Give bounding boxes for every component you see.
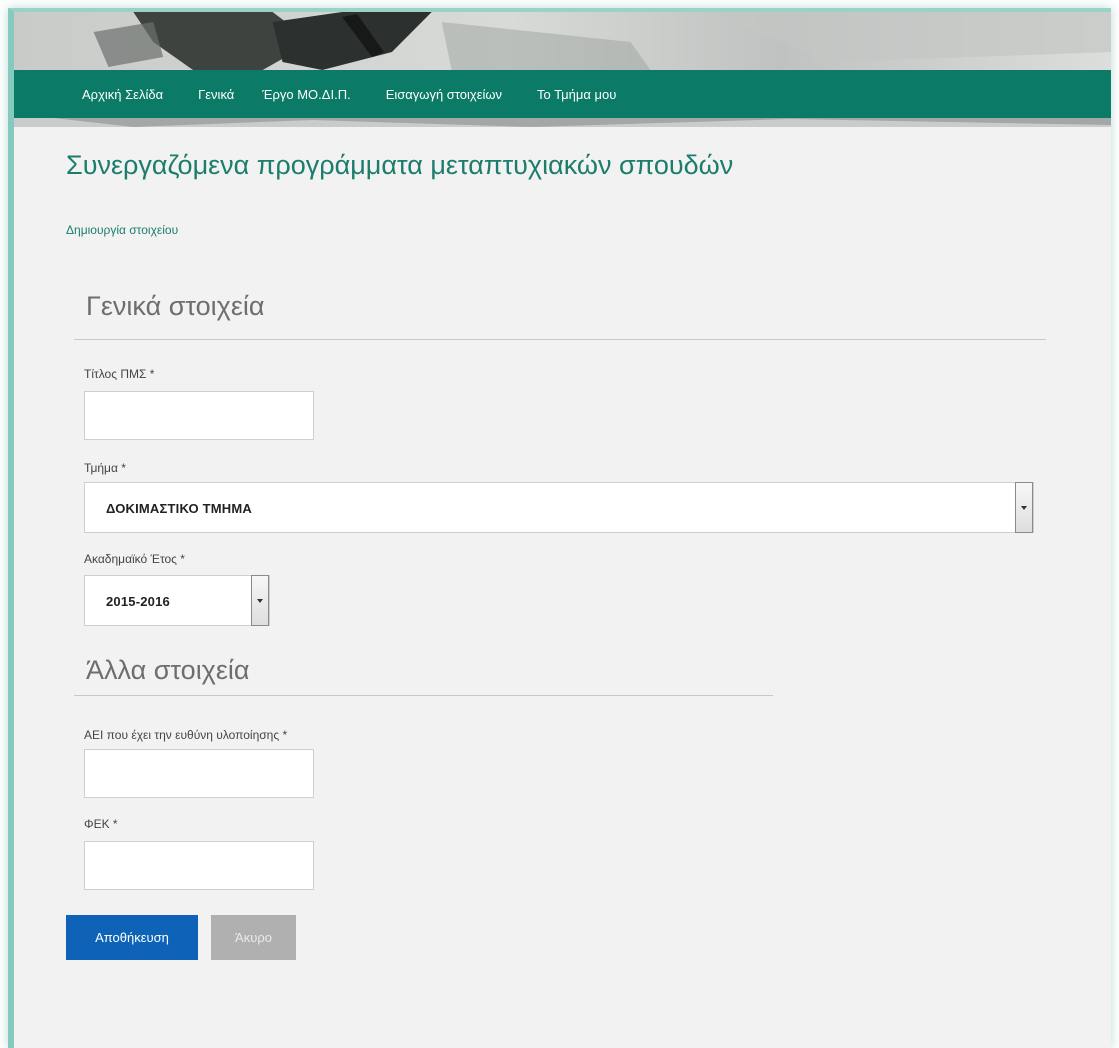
cancel-button[interactable]: Άκυρο <box>211 915 296 960</box>
chevron-down-icon <box>257 598 263 603</box>
institution-label: ΑΕΙ που έχει την ευθύνη υλοποίησης * <box>84 728 288 742</box>
section-title-other: Άλλα στοιχεία <box>86 655 250 685</box>
section-divider-other <box>74 695 773 696</box>
academic-year-dropdown-button[interactable] <box>251 575 269 626</box>
nav-item-data-entry[interactable]: Εισαγωγή στοιχείων <box>386 87 502 102</box>
nav-item-home[interactable]: Αρχική Σελίδα <box>82 87 163 102</box>
pms-title-input[interactable] <box>84 391 314 440</box>
nav-item-modip-project[interactable]: Έργο ΜΟ.ΔΙ.Π. <box>262 87 350 102</box>
nav-item-general[interactable]: Γενικά <box>198 87 234 102</box>
nav-item-my-department[interactable]: Το Τμήμα μου <box>537 87 616 102</box>
department-select[interactable]: ΔΟΚΙΜΑΣΤΙΚΟ ΤΜΗΜΑ <box>84 482 1034 533</box>
academic-year-select[interactable]: 2015-2016 <box>84 575 270 626</box>
page-title: Συνεργαζόμενα προγράμματα μεταπτυχιακών … <box>66 150 734 180</box>
section-divider-general <box>74 339 1046 340</box>
department-dropdown-button[interactable] <box>1015 482 1033 533</box>
main-nav: Αρχική Σελίδα Γενικά Έργο ΜΟ.ΔΙ.Π. Εισαγ… <box>14 70 1111 118</box>
academic-year-selected-value: 2015-2016 <box>106 594 170 609</box>
pms-title-label: Τίτλος ΠΜΣ * <box>84 367 155 381</box>
institution-input[interactable] <box>84 749 314 798</box>
department-label: Τμήμα * <box>84 461 126 475</box>
save-button[interactable]: Αποθήκευση <box>66 915 198 960</box>
page-subtitle: Δημιουργία στοιχείου <box>66 223 179 237</box>
department-selected-value: ΔΟΚΙΜΑΣΤΙΚΟ ΤΜΗΜΑ <box>106 501 252 516</box>
academic-year-label: Ακαδημαϊκό Έτος * <box>84 552 185 566</box>
browser-frame: Αρχική Σελίδα Γενικά Έργο ΜΟ.ΔΙ.Π. Εισαγ… <box>8 8 1111 1048</box>
fek-input[interactable] <box>84 841 314 890</box>
fek-label: ΦΕΚ * <box>84 817 118 831</box>
chevron-down-icon <box>1021 505 1027 510</box>
section-title-general: Γενικά στοιχεία <box>86 291 265 321</box>
